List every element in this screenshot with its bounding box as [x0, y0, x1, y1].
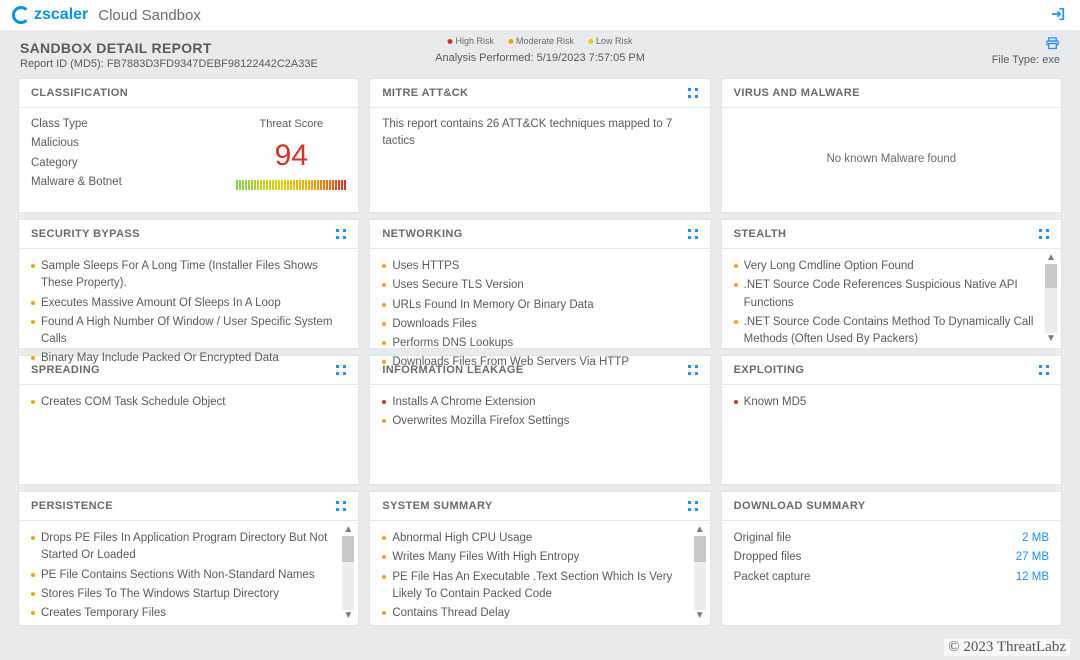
list-item: Writes Many Files With High Entropy	[382, 548, 685, 567]
download-row: Packet capture12 MB	[734, 568, 1049, 587]
classification-details: Class Type Malicious Category Malware & …	[31, 116, 216, 204]
card-info-leak: INFORMATION LEAKAGE Installs A Chrome Ex…	[369, 355, 710, 485]
list-item: Downloads Files From Web Servers Via HTT…	[382, 353, 697, 372]
download-row: Dropped files27 MB	[734, 548, 1049, 567]
card-stealth: STEALTH Very Long Cmdline Option Found.N…	[721, 219, 1062, 349]
card-networking: NETWORKING Uses HTTPSUses Secure TLS Ver…	[369, 219, 710, 349]
card-classification: CLASSIFICATION ⛶ Class Type Malicious Ca…	[18, 78, 359, 213]
card-title: PERSISTENCE	[31, 500, 113, 512]
card-security-bypass: SECURITY BYPASS Sample Sleeps For A Long…	[18, 219, 359, 349]
scroll-up-icon[interactable]: ▲	[695, 525, 705, 535]
brand-bar: zscaler Cloud Sandbox	[0, 0, 1080, 30]
scrollbar[interactable]: ▲ ▼	[340, 525, 356, 621]
threat-score-bar	[236, 180, 346, 190]
list-item: Uses HTTPS	[382, 257, 697, 276]
legend-high: High Risk	[447, 36, 494, 46]
list-item: Creates Temporary Files	[31, 604, 334, 623]
card-title: STEALTH	[734, 228, 787, 240]
list-item: Very Long Cmdline Option Found	[734, 257, 1037, 276]
scroll-up-icon[interactable]: ▲	[343, 525, 353, 535]
virus-text: No known Malware found	[722, 108, 1061, 212]
list-item: Sample Sleeps For A Long Time (Installer…	[31, 257, 346, 294]
scrollbar[interactable]: ▲ ▼	[692, 525, 708, 621]
exit-icon[interactable]	[1050, 6, 1066, 25]
card-spreading: SPREADING Creates COM Task Schedule Obje…	[18, 355, 359, 485]
download-summary-body: Original file2 MBDropped files27 MBPacke…	[722, 521, 1061, 625]
card-title: SYSTEM SUMMARY	[382, 500, 492, 512]
card-system-summary: SYSTEM SUMMARY Abnormal High CPU UsageWr…	[369, 491, 710, 626]
scroll-up-icon[interactable]: ▲	[1046, 253, 1056, 263]
list-item: Downloads Files	[382, 315, 697, 334]
list-item: URLs Found In Memory Or Binary Data	[382, 296, 697, 315]
card-virus: VIRUS AND MALWARE ⛶ No known Malware fou…	[721, 78, 1062, 213]
card-title: VIRUS AND MALWARE	[734, 87, 860, 99]
card-mitre: MITRE ATT&CK This report contains 26 ATT…	[369, 78, 710, 213]
expand-icon[interactable]	[1039, 229, 1049, 239]
list-item: .NET Source Code References Suspicious N…	[734, 276, 1037, 313]
card-title: MITRE ATT&CK	[382, 87, 468, 99]
exploiting-list: Known MD5	[734, 393, 1049, 412]
card-title: CLASSIFICATION	[31, 87, 128, 99]
info-leak-list: Installs A Chrome ExtensionOverwrites Mo…	[382, 393, 697, 432]
expand-icon[interactable]	[688, 229, 698, 239]
list-item: Found A High Number Of Window / User Spe…	[31, 313, 346, 350]
expand-icon[interactable]	[336, 501, 346, 511]
system-summary-list: Abnormal High CPU UsageWrites Many Files…	[382, 529, 685, 623]
brand-name: zscaler	[34, 6, 88, 24]
report-header: SANDBOX DETAIL REPORT Report ID (MD5): F…	[0, 30, 1080, 72]
security-bypass-list: Sample Sleeps For A Long Time (Installer…	[31, 257, 346, 369]
legend-low: Low Risk	[588, 36, 633, 46]
analysis-performed: Analysis Performed: 5/19/2023 7:57:05 PM	[435, 52, 645, 64]
expand-icon[interactable]	[336, 229, 346, 239]
legend-moderate: Moderate Risk	[508, 36, 574, 46]
download-row: Original file2 MB	[734, 529, 1049, 548]
list-item: Installs A Chrome Extension	[382, 393, 697, 412]
list-item: Contains Thread Delay	[382, 604, 685, 623]
mitre-text: This report contains 26 ATT&CK technique…	[370, 108, 709, 212]
persistence-list: Drops PE Files In Application Program Di…	[31, 529, 334, 623]
product-name: Cloud Sandbox	[98, 7, 201, 24]
scroll-down-icon[interactable]: ▼	[695, 611, 705, 621]
card-title: SECURITY BYPASS	[31, 228, 140, 240]
scroll-down-icon[interactable]: ▼	[343, 611, 353, 621]
download-link[interactable]: 12 MB	[1016, 569, 1049, 586]
list-item: PE File Has An Executable .Text Section …	[382, 568, 685, 605]
watermark: © 2023 ThreatLabz	[944, 639, 1070, 656]
list-item: Executes Massive Amount Of Sleeps In A L…	[31, 294, 346, 313]
download-link[interactable]: 27 MB	[1016, 549, 1049, 566]
networking-list: Uses HTTPSUses Secure TLS VersionURLs Fo…	[382, 257, 697, 373]
download-link[interactable]: 2 MB	[1022, 530, 1049, 547]
expand-icon[interactable]	[688, 88, 698, 98]
list-item: Known MD5	[734, 393, 1049, 412]
list-item: Stores Files To The Windows Startup Dire…	[31, 585, 334, 604]
card-title: DOWNLOAD SUMMARY	[734, 500, 866, 512]
spreading-list: Creates COM Task Schedule Object	[31, 393, 346, 412]
stealth-list: Very Long Cmdline Option Found.NET Sourc…	[734, 257, 1037, 345]
list-item: Overwrites Mozilla Firefox Settings	[382, 412, 697, 431]
card-title: NETWORKING	[382, 228, 462, 240]
card-persistence: PERSISTENCE Drops PE Files In Applicatio…	[18, 491, 359, 626]
card-exploiting: EXPLOITING Known MD5	[721, 355, 1062, 485]
card-title: EXPLOITING	[734, 364, 805, 376]
logo-icon	[12, 6, 30, 24]
file-type: File Type: exe	[992, 54, 1060, 66]
card-download-summary: DOWNLOAD SUMMARY ⛶ Original file2 MBDrop…	[721, 491, 1062, 626]
list-item: Binary May Include Packed Or Encrypted D…	[31, 349, 346, 368]
expand-icon[interactable]	[688, 501, 698, 511]
list-item: Drops PE Files In Application Program Di…	[31, 529, 334, 566]
threat-score-block: Threat Score 94	[236, 116, 346, 204]
expand-icon[interactable]	[1039, 365, 1049, 375]
scroll-down-icon[interactable]: ▼	[1046, 334, 1056, 344]
list-item: .NET Source Code Contains Method To Dyna…	[734, 313, 1037, 345]
logo: zscaler	[12, 6, 88, 24]
list-item: Uses Secure TLS Version	[382, 276, 697, 295]
list-item: Abnormal High CPU Usage	[382, 529, 685, 548]
list-item: Performs DNS Lookups	[382, 334, 697, 353]
list-item: Creates COM Task Schedule Object	[31, 393, 346, 412]
list-item: PE File Contains Sections With Non-Stand…	[31, 566, 334, 585]
scrollbar[interactable]: ▲ ▼	[1043, 253, 1059, 344]
threat-score: 94	[236, 133, 346, 178]
print-icon[interactable]	[1045, 36, 1060, 54]
risk-legend: High Risk Moderate Risk Low Risk	[447, 36, 632, 46]
